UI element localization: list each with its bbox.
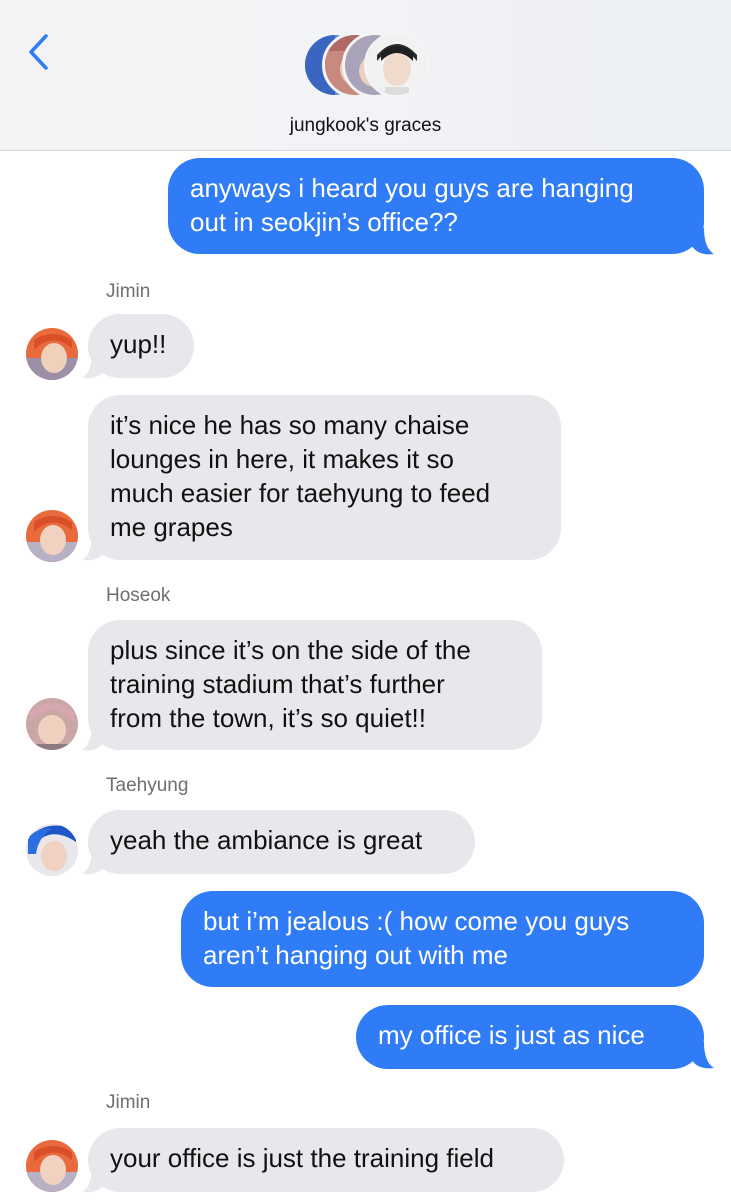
avatar-jimin[interactable] (26, 1140, 78, 1192)
sender-name: Taehyung (106, 775, 189, 796)
message-line: aren’t hanging out with me (203, 940, 508, 970)
message-line: from the town, it’s so quiet!! (110, 703, 426, 733)
message-line: but i’m jealous :( how come you guys (203, 906, 630, 936)
message-line: out in seokjin’s office?? (190, 207, 458, 237)
back-button[interactable] (20, 30, 56, 74)
message-bubble-sent[interactable]: but i’m jealous :( how come you guys are… (181, 891, 704, 987)
chevron-left-icon (29, 34, 48, 70)
avatar-taehyung[interactable] (26, 824, 78, 876)
bubble-tail (82, 352, 104, 379)
message-line: anyways i heard you guys are hanging (190, 173, 634, 203)
bubble-tail (82, 724, 104, 751)
message-line: me grapes (110, 512, 233, 542)
group-avatar-stack[interactable] (302, 32, 432, 104)
bubble-tail (692, 228, 714, 255)
message-line: yup!! (110, 329, 167, 359)
avatar-hoseok[interactable] (26, 698, 78, 750)
message-bubble-received[interactable]: it’s nice he has so many chaise lounges … (88, 395, 561, 560)
message-line: it’s nice he has so many chaise (110, 410, 470, 440)
message-line: plus since it’s on the side of the (110, 635, 471, 665)
sender-name: Jimin (106, 281, 151, 302)
message-bubble-received[interactable]: yeah the ambiance is great (88, 810, 475, 874)
message-line: training stadium that’s further (110, 669, 445, 699)
bubble-tail (82, 1166, 104, 1193)
message-line: your office is just the training field (110, 1143, 494, 1173)
group-name[interactable]: jungkook's graces (0, 115, 731, 137)
avatar-jimin[interactable] (26, 328, 78, 380)
message-bubble-sent[interactable]: anyways i heard you guys are hanging out… (168, 158, 704, 254)
message-line: lounges in here, it makes it so (110, 444, 454, 474)
avatar-jimin[interactable] (26, 510, 78, 562)
sender-name: Jimin (106, 1092, 151, 1113)
message-line: yeah the ambiance is great (110, 825, 423, 855)
group-avatar-4 (364, 32, 430, 98)
message-bubble-received[interactable]: plus since it’s on the side of the train… (88, 620, 542, 750)
bubble-tail (82, 848, 104, 875)
conversation-header: jungkook's graces (0, 0, 731, 151)
bubble-tail (82, 534, 104, 561)
message-line: my office is just as nice (378, 1020, 645, 1050)
bubble-tail (692, 1042, 714, 1069)
message-line: much easier for taehyung to feed (110, 478, 491, 508)
sender-name: Hoseok (106, 585, 171, 606)
message-bubble-sent[interactable]: my office is just as nice (356, 1005, 704, 1069)
message-bubble-received[interactable]: your office is just the training field (88, 1128, 564, 1192)
